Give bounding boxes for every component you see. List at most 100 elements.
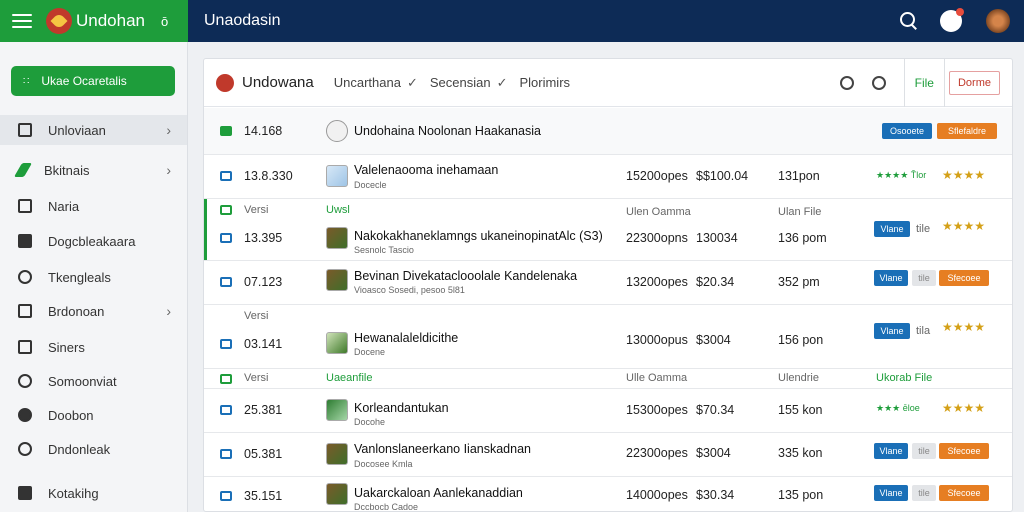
- sidebar-item-label: Siners: [48, 339, 85, 355]
- search-icon[interactable]: [839, 75, 854, 90]
- sidebar-item-10[interactable]: Dndonleak: [0, 434, 187, 464]
- view-button[interactable]: Vlane: [874, 221, 910, 237]
- rating-green: ★★★★ Ťlor: [876, 170, 927, 180]
- edit-button[interactable]: Osooete: [882, 123, 932, 139]
- row-time: 155 kon: [778, 403, 823, 417]
- group-label: Versi: [244, 372, 269, 384]
- row-name: Valelenaooma inehamaan: [354, 163, 499, 177]
- sidebar-item-3[interactable]: Naria: [0, 191, 187, 221]
- sidebar-item-label: Tkengleals: [48, 269, 111, 285]
- view-button[interactable]: Vlane: [874, 270, 908, 286]
- row-sub: Docene: [354, 347, 386, 357]
- row-price: $20.34: [696, 275, 735, 289]
- sidebar-item-7[interactable]: Siners: [0, 332, 187, 362]
- logo-icon: [216, 73, 234, 92]
- checkbox[interactable]: [220, 405, 232, 415]
- checkbox[interactable]: [220, 374, 232, 384]
- action-button[interactable]: Dorme: [948, 70, 1000, 95]
- file-button[interactable]: File: [905, 76, 944, 90]
- chevron-icon: ✓: [496, 74, 508, 90]
- row-sub: Sesnolc Tascio: [354, 245, 414, 255]
- table-row[interactable]: 07.123 Bevinan Divekataclooolale Kandele…: [204, 261, 1012, 305]
- row-time: 131pon: [778, 169, 820, 183]
- breadcrumb-1[interactable]: Uncarthana ✓: [334, 75, 418, 91]
- sidebar-item-label: Brdonoan: [48, 303, 105, 319]
- table-row[interactable]: 13.8.330 Valelenaooma inehamaan Docecle …: [204, 155, 1012, 199]
- action-button[interactable]: Sfecoee: [939, 443, 989, 459]
- row-price: $3004: [696, 333, 731, 347]
- notification-icon[interactable]: [940, 8, 964, 32]
- breadcrumb-3[interactable]: Plorimirs: [519, 75, 570, 90]
- row-id: 03.141: [244, 337, 283, 351]
- sidebar-item-11[interactable]: Kotakihg: [0, 478, 187, 508]
- checkbox[interactable]: [220, 339, 232, 349]
- sidebar-item-label: Dogcbleakaara: [48, 233, 136, 249]
- row-size: 13200opes: [626, 275, 688, 289]
- sidebar-item-2[interactable]: Bkitnais ›: [0, 155, 187, 185]
- table-row[interactable]: 25.381 Korleandantukan Docohe 15300opes …: [204, 389, 1012, 433]
- checkbox[interactable]: [220, 171, 232, 181]
- table-row[interactable]: 13.395 Nakokakhaneklamngs ukaneinopinatA…: [204, 219, 1012, 261]
- sidebar-item-4[interactable]: Dogcbleakaara: [0, 226, 187, 256]
- row-price: $$100.04: [696, 169, 749, 183]
- tile-button[interactable]: tile: [912, 270, 936, 286]
- row-size: 15300opes: [626, 403, 688, 417]
- row-name: Hewanalaleldicithe: [354, 331, 459, 345]
- settings-icon: [18, 442, 32, 456]
- row-price: $70.34: [696, 403, 735, 417]
- primary-action-label: Ukae Ocaretalis: [41, 74, 127, 88]
- sidebar-item-label: Naria: [48, 198, 80, 214]
- tile-button[interactable]: tile: [912, 485, 936, 501]
- action-button[interactable]: Sflefaldre: [937, 123, 997, 139]
- table-row[interactable]: 35.151 Uakarckaloan Aanlekanaddian Dccbo…: [204, 477, 1012, 511]
- thumbnail: [326, 120, 348, 142]
- avatar[interactable]: [986, 9, 1010, 33]
- row-time: 156 pon: [778, 333, 824, 347]
- sidebar-item-label: Bkitnais: [44, 162, 90, 178]
- thumbnail: [326, 399, 348, 421]
- tile-button[interactable]: tile: [912, 443, 936, 459]
- table-row[interactable]: 05.381 Vanlonslaneerkano Iianskadnan Doc…: [204, 433, 1012, 477]
- view-button[interactable]: Vlane: [874, 323, 910, 339]
- document-icon: [18, 199, 32, 213]
- checkbox[interactable]: [220, 491, 232, 501]
- action-button[interactable]: Sfecoee: [939, 270, 989, 286]
- tile-label: tila: [916, 325, 931, 337]
- chevron-right-icon: ›: [166, 122, 171, 138]
- row-sub: Docohe: [354, 417, 386, 427]
- checkbox[interactable]: [220, 233, 232, 243]
- sidebar-item-label: Dndonleak: [48, 441, 111, 457]
- search-icon[interactable]: [900, 12, 918, 30]
- sidebar-item-6[interactable]: Brdonoan ›: [0, 296, 187, 326]
- menu-icon[interactable]: [12, 14, 32, 28]
- checkbox[interactable]: [220, 449, 232, 459]
- rating-stars: ★★★★: [942, 320, 986, 334]
- filter-search-icon[interactable]: [871, 75, 886, 90]
- panel-title: Undowana: [242, 74, 314, 91]
- table-row[interactable]: 14.168 Undohaina Noolonan Haakanasia Oso…: [204, 108, 1012, 155]
- checkbox[interactable]: [220, 277, 232, 287]
- panel-tools: File Dorme: [839, 59, 1012, 107]
- sidebar-item-label: Unloviaan: [48, 122, 106, 138]
- row-price: 130034: [696, 231, 738, 245]
- thumbnail: [326, 165, 348, 187]
- row-time: 335 kon: [778, 446, 823, 460]
- table-row[interactable]: 03.141 Hewanalaleldicithe Docene 13000op…: [204, 320, 1012, 369]
- row-time: 135 pon: [778, 488, 824, 502]
- user-icon[interactable]: ō: [161, 14, 168, 29]
- checkbox[interactable]: [220, 126, 232, 136]
- sidebar-item-8[interactable]: Somoonviat: [0, 366, 187, 396]
- row-id: 13.8.330: [244, 169, 293, 183]
- view-button[interactable]: Vlane: [874, 443, 908, 459]
- view-button[interactable]: Vlane: [874, 485, 908, 501]
- sidebar-item-5[interactable]: Tkengleals: [0, 262, 187, 292]
- tag-icon: [18, 270, 32, 284]
- breadcrumb-2[interactable]: Secensian ✓: [430, 75, 508, 91]
- sidebar-item-9[interactable]: Doobon: [0, 400, 187, 430]
- primary-action-button[interactable]: ∷ Ukae Ocaretalis: [11, 66, 175, 96]
- sidebar-item-1[interactable]: Unloviaan ›: [0, 115, 187, 145]
- action-button[interactable]: Sfecoee: [939, 485, 989, 501]
- row-id: 05.381: [244, 447, 283, 461]
- checkbox[interactable]: [220, 205, 232, 215]
